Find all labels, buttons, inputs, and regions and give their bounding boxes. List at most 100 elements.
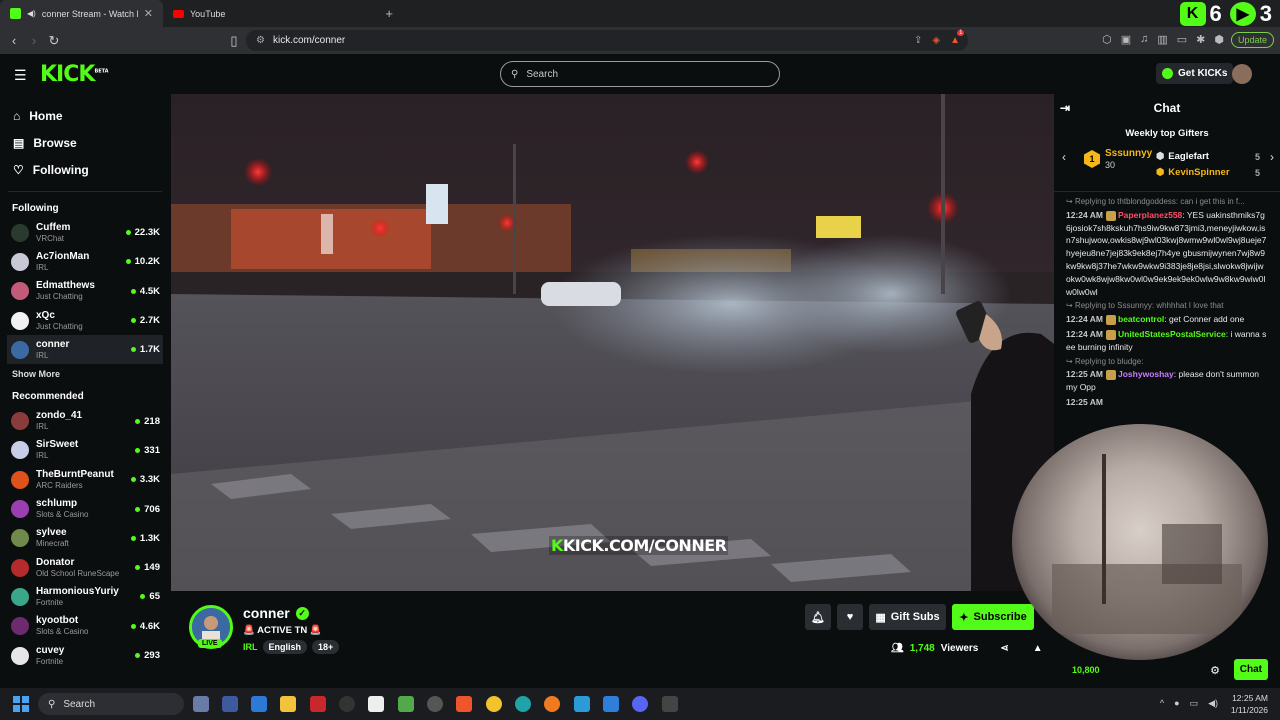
channel-item[interactable]: Cuffem VRChat 22.3K xyxy=(0,218,170,247)
live-dot-icon xyxy=(130,623,136,629)
chrome-icon[interactable] xyxy=(486,696,502,712)
channel-item[interactable]: TheBurntPeanut ARC Raiders 3.3K xyxy=(0,465,170,494)
app-icon[interactable] xyxy=(662,696,678,712)
gift-subs-button[interactable]: ▦ Gift Subs xyxy=(869,604,946,630)
tab-youtube[interactable]: YouTube xyxy=(163,0,235,27)
share-icon[interactable]: ⋖ xyxy=(1000,643,1008,654)
message-user[interactable]: Joshywoshay xyxy=(1118,369,1174,379)
microphone-icon[interactable]: ● xyxy=(1174,698,1179,709)
channel-item[interactable]: Ac7ionMan IRL 10.2K xyxy=(0,247,170,276)
rewards-icon[interactable]: ▲ 1 xyxy=(950,30,965,46)
chat-message[interactable]: 12:25 AM xyxy=(1066,396,1268,409)
top-gifter[interactable]: 1 Sssunnyy 30 xyxy=(1084,148,1152,170)
close-icon[interactable]: ✕ xyxy=(144,7,153,20)
wallet-icon[interactable]: ▭ xyxy=(1177,33,1187,46)
message-user[interactable]: UnitedStatesPostalService xyxy=(1118,329,1226,339)
message-user[interactable]: beatcontrol xyxy=(1118,314,1164,324)
category-link[interactable]: IRL xyxy=(243,642,258,652)
volume-icon[interactable]: ◀) xyxy=(1208,698,1218,709)
firefox-icon[interactable] xyxy=(544,696,560,712)
tag-mature[interactable]: 18+ xyxy=(312,640,340,654)
get-kicks-button[interactable]: Get KICKs xyxy=(1156,63,1234,84)
network-icon[interactable]: ▭ xyxy=(1190,698,1199,709)
report-icon[interactable]: ▲ xyxy=(1033,643,1043,654)
vpn-icon[interactable]: ⬢ xyxy=(1214,33,1224,46)
app-icon[interactable] xyxy=(310,696,326,712)
bookmark-icon[interactable]: ▯ xyxy=(224,33,244,49)
menu-icon[interactable]: ☰ xyxy=(14,67,28,84)
channel-item[interactable]: SirSweet IRL 331 xyxy=(0,436,170,465)
chat-message[interactable]: ↪ Replying to thtblondgoddess: can i get… xyxy=(1066,196,1268,298)
subscribe-button[interactable]: ✦ Subscribe xyxy=(952,604,1034,630)
search-input[interactable]: ⚲ Search xyxy=(500,61,780,87)
taskbar-search[interactable]: ⚲ Search xyxy=(38,693,184,715)
channel-item[interactable]: conner IRL 1.7K xyxy=(7,335,163,365)
chat-message[interactable]: ↪ Replying to Sssunnyy: whhhhat I love t… xyxy=(1066,300,1268,326)
gifter-row[interactable]: ⬢ KevinSpinner 5 xyxy=(1156,167,1260,178)
reload-icon[interactable]: ↻ xyxy=(44,33,64,49)
windows-start-icon[interactable] xyxy=(13,696,29,712)
chat-message[interactable]: ↪ Replying to bludge: 12:25 AM Joshywoshay… xyxy=(1066,356,1268,394)
discord-icon[interactable] xyxy=(632,696,648,712)
clock[interactable]: 12:25 AM 1/11/2026 xyxy=(1231,692,1268,716)
brave-icon[interactable] xyxy=(456,696,472,712)
app-icon[interactable] xyxy=(368,696,384,712)
app-icon[interactable] xyxy=(574,696,590,712)
share-icon[interactable]: ⇪ xyxy=(914,35,922,46)
update-button[interactable]: Update xyxy=(1230,32,1274,48)
music-icon[interactable]: ♫ xyxy=(1140,33,1148,46)
vscode-icon[interactable] xyxy=(603,696,619,712)
gifter-row[interactable]: ⬢ Eaglefart 5 xyxy=(1156,151,1260,162)
edge-icon[interactable] xyxy=(515,696,531,712)
home-icon: ⌂ xyxy=(13,108,21,123)
chevron-right-icon[interactable]: › xyxy=(1270,150,1274,164)
chevron-left-icon[interactable]: ‹ xyxy=(1062,150,1066,164)
puzzle-icon[interactable]: ✱ xyxy=(1196,33,1205,46)
url-field[interactable]: ⚙ kick.com/conner ⇪ ◈ ▲ 1 xyxy=(246,30,968,51)
tab-kick[interactable]: ◀) conner Stream - Watch Live o ✕ xyxy=(0,0,163,27)
sidebar-item-browse[interactable]: ▤ Browse xyxy=(0,129,170,156)
message-user[interactable]: Paperplanez558 xyxy=(1118,210,1182,220)
channel-item[interactable]: HarmoniousYuriy Fortnite 65 xyxy=(0,582,170,611)
channel-item[interactable]: sylvee Minecraft 1.3K xyxy=(0,524,170,553)
channel-item[interactable]: xQc Just Chatting 2.7K xyxy=(0,306,170,335)
brave-shield-icon[interactable]: ◈ xyxy=(932,35,940,46)
forward-icon[interactable]: › xyxy=(24,33,44,48)
channel-item[interactable]: kyootbot Slots & Casino 4.6K xyxy=(0,612,170,641)
folder-icon[interactable] xyxy=(280,696,296,712)
app-icon[interactable] xyxy=(339,696,355,712)
extension-icon[interactable]: ⬡ xyxy=(1102,33,1112,46)
channel-item[interactable]: zondo_41 IRL 218 xyxy=(0,406,170,435)
chevron-up-icon[interactable]: ^ xyxy=(1160,698,1164,709)
chat-message[interactable]: 12:24 AM UnitedStatesPostalService: i wan… xyxy=(1066,328,1268,354)
new-tab-icon[interactable]: + xyxy=(385,6,393,21)
channel-item[interactable]: schlump Slots & Casino 706 xyxy=(0,494,170,523)
app-icon[interactable] xyxy=(251,696,267,712)
channel-item[interactable]: Donator Old School RuneScape 149 xyxy=(0,553,170,582)
notify-button[interactable]: 🔔︎ xyxy=(805,604,831,630)
channel-points[interactable]: 10,800 xyxy=(1072,665,1100,675)
user-avatar[interactable] xyxy=(1232,64,1252,84)
channel-item[interactable]: Edmatthews Just Chatting 4.5K xyxy=(0,277,170,306)
video-player[interactable]: KKICK.COM/CONNER xyxy=(171,94,1054,591)
sidebar-icon[interactable]: ▥ xyxy=(1157,33,1167,46)
app-icon[interactable] xyxy=(427,696,443,712)
collapse-chat-icon[interactable]: ⇥ xyxy=(1060,101,1070,115)
site-info-icon[interactable]: ⚙ xyxy=(256,35,265,46)
audio-icon[interactable]: ◀) xyxy=(27,9,36,18)
kick-logo[interactable]: KICKBETA xyxy=(40,62,109,87)
show-more-button[interactable]: Show More xyxy=(0,364,170,384)
back-icon[interactable]: ‹ xyxy=(4,33,24,48)
settings-icon[interactable]: ⚙ xyxy=(1210,664,1220,677)
sidebar-item-following[interactable]: ♡ Following xyxy=(0,156,170,183)
send-chat-button[interactable]: Chat xyxy=(1233,659,1268,680)
streamer-name[interactable]: conner xyxy=(243,605,290,621)
tag-language[interactable]: English xyxy=(262,640,308,654)
sidebar-item-home[interactable]: ⌂ Home xyxy=(0,102,170,129)
app-icon[interactable] xyxy=(193,696,209,712)
follow-button[interactable]: ♥ xyxy=(837,604,863,630)
extension-icon[interactable]: ▣ xyxy=(1121,33,1131,46)
app-icon[interactable] xyxy=(222,696,238,712)
channel-item[interactable]: cuvey Fortnite 293 xyxy=(0,641,170,670)
app-icon[interactable] xyxy=(398,696,414,712)
